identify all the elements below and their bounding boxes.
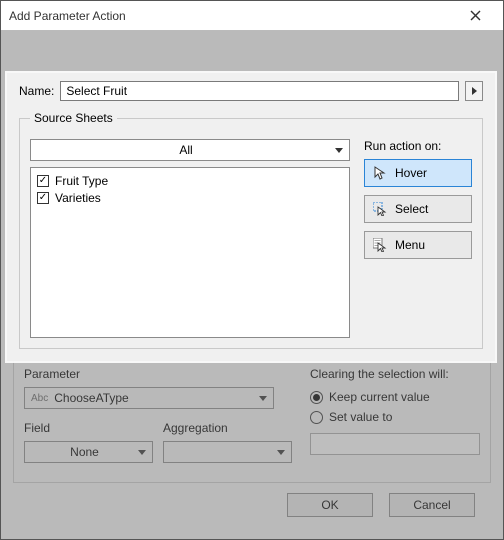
radio-set-value[interactable]: Set value to	[310, 407, 480, 427]
checkbox-icon: ✓	[37, 192, 49, 204]
parameter-label: Parameter	[24, 367, 292, 381]
run-button-label: Select	[395, 202, 428, 216]
name-label: Name:	[19, 84, 54, 98]
radio-icon	[310, 411, 323, 424]
radio-keep-current[interactable]: Keep current value	[310, 387, 480, 407]
close-icon	[470, 10, 481, 21]
highlighted-section: Name: Source Sheets All	[7, 73, 495, 361]
run-select-button[interactable]: Select	[364, 195, 472, 223]
menu-icon	[373, 238, 387, 252]
radio-icon	[310, 391, 323, 404]
list-item[interactable]: ✓ Varieties	[37, 189, 343, 206]
radio-label: Set value to	[329, 410, 392, 424]
close-button[interactable]	[455, 2, 495, 30]
source-sheets-fieldset: Source Sheets All ✓ Fruit Type	[19, 111, 483, 349]
sheet-label: Fruit Type	[55, 174, 108, 188]
run-button-label: Hover	[395, 166, 427, 180]
parameter-value: ChooseAType	[54, 391, 259, 405]
list-item[interactable]: ✓ Fruit Type	[37, 172, 343, 189]
ok-button[interactable]: OK	[287, 493, 373, 517]
name-menu-button[interactable]	[465, 81, 483, 101]
chevron-right-icon	[472, 87, 477, 95]
chevron-down-icon	[335, 148, 343, 153]
cursor-icon	[373, 166, 387, 180]
checkbox-icon: ✓	[37, 175, 49, 187]
chevron-down-icon	[259, 396, 267, 401]
titlebar: Add Parameter Action	[1, 1, 503, 31]
run-menu-button[interactable]: Menu	[364, 231, 472, 259]
field-value: None	[31, 445, 138, 459]
source-sheets-list[interactable]: ✓ Fruit Type ✓ Varieties	[30, 167, 350, 338]
source-scope-dropdown[interactable]: All	[30, 139, 350, 161]
run-button-label: Menu	[395, 238, 425, 252]
source-sheets-legend: Source Sheets	[30, 111, 117, 125]
field-label: Field	[24, 421, 153, 435]
sheet-label: Varieties	[55, 191, 101, 205]
aggregation-dropdown[interactable]	[163, 441, 292, 463]
radio-label: Keep current value	[329, 390, 430, 404]
cancel-button[interactable]: Cancel	[389, 493, 475, 517]
dialog-body: Target Parameter Abc ChooseAType Field N…	[1, 31, 503, 539]
chevron-down-icon	[138, 450, 146, 455]
set-value-input[interactable]	[310, 433, 480, 455]
dialog-title: Add Parameter Action	[9, 9, 455, 23]
aggregation-label: Aggregation	[163, 421, 292, 435]
dialog-footer: OK Cancel	[13, 483, 491, 527]
parameter-prefix: Abc	[31, 393, 48, 404]
name-input[interactable]	[60, 81, 459, 101]
run-action-label: Run action on:	[364, 139, 472, 153]
select-icon	[373, 202, 387, 216]
clearing-label: Clearing the selection will:	[310, 367, 480, 381]
chevron-down-icon	[277, 450, 285, 455]
add-parameter-action-dialog: Add Parameter Action Target Parameter Ab…	[0, 0, 504, 540]
run-hover-button[interactable]: Hover	[364, 159, 472, 187]
source-scope-value: All	[37, 143, 335, 157]
parameter-dropdown[interactable]: Abc ChooseAType	[24, 387, 274, 409]
field-dropdown[interactable]: None	[24, 441, 153, 463]
